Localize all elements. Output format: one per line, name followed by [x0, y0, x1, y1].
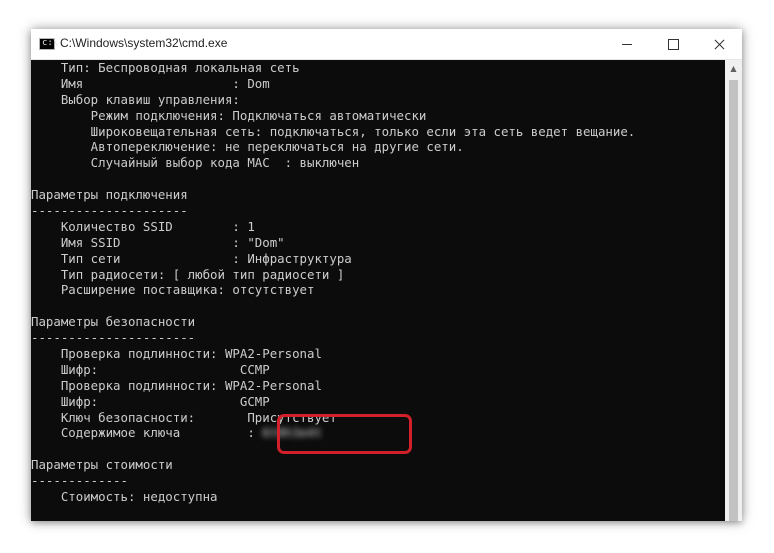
section-heading-security: Параметры безопасности: [31, 314, 196, 330]
minimize-button[interactable]: [604, 29, 650, 59]
cmd-window: c:\ C:\Windows\system32\cmd.exe Тип: Бес…: [31, 29, 742, 521]
console-line: Шифр: GCMP: [31, 393, 270, 409]
console-line: Выбор клавиш управления:: [31, 91, 240, 107]
console-line: Имя : Dom: [31, 75, 270, 91]
maximize-button[interactable]: [650, 29, 696, 59]
title-bar[interactable]: c:\ C:\Windows\system32\cmd.exe: [31, 29, 742, 60]
minimize-icon: [622, 44, 632, 45]
key-content-value: 6t8h3e4t: [262, 425, 322, 441]
console-line: Режим подключения: Подключаться автомати…: [31, 107, 427, 123]
section-divider: ---------------------: [31, 203, 188, 219]
section-heading-connection: Параметры подключения: [31, 187, 188, 203]
section-heading-cost: Параметры стоимости: [31, 457, 173, 473]
console-line: Автопереключение: не переключаться на др…: [31, 139, 464, 155]
vertical-scrollbar[interactable]: ▲: [725, 60, 742, 521]
console-line: Тип сети : Инфраструктура: [31, 250, 352, 266]
console-line: Расширение поставщика: отсутствует: [31, 282, 315, 298]
scroll-up-arrow-icon[interactable]: ▲: [725, 60, 742, 77]
console-line: Шифр: CCMP: [31, 361, 270, 377]
console-line: Проверка подлинности: WPA2-Personal: [31, 377, 322, 393]
console-line: Имя SSID : "Dom": [31, 234, 285, 250]
console-output[interactable]: Тип: Беспроводная локальная сеть Имя : D…: [31, 60, 725, 521]
console-line: Количество SSID : 1: [31, 218, 255, 234]
console-line: Случайный выбор кода MAC : выключен: [31, 155, 360, 171]
close-button[interactable]: [696, 29, 742, 59]
cmd-app-icon: c:\: [39, 38, 59, 50]
console-line: Проверка подлинности: WPA2-Personal: [31, 346, 322, 362]
window-title: C:\Windows\system32\cmd.exe: [60, 36, 228, 50]
console-line: Тип: Беспроводная локальная сеть: [31, 60, 300, 75]
section-divider: ----------------------: [31, 330, 196, 346]
key-content-line: Содержимое ключа : 6t8h3e4t: [31, 425, 725, 441]
key-content-label: Содержимое ключа :: [31, 425, 263, 441]
console-line: Ключ безопасности: Присутствует: [31, 409, 337, 425]
maximize-icon: [668, 39, 679, 50]
console-line: Широковещательная сеть: подключаться, то…: [31, 123, 636, 139]
section-divider: -------------: [31, 473, 128, 489]
console-line: Стоимость: недоступна: [31, 489, 218, 505]
console-line: Тип радиосети: [ любой тип радиосети ]: [31, 266, 345, 282]
cmd-icon-glyph: c:\: [42, 38, 59, 48]
scroll-thumb[interactable]: [729, 80, 738, 521]
